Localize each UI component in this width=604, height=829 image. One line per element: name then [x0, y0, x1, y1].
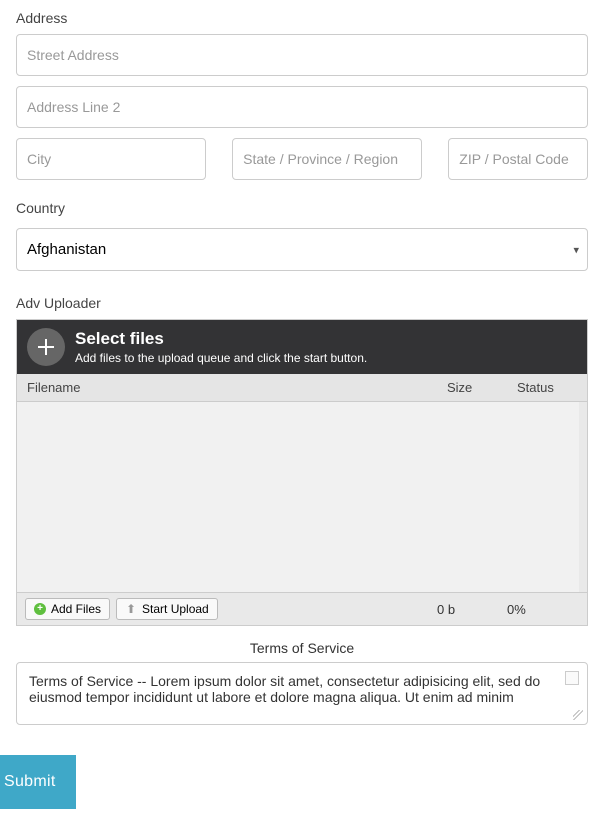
plus-icon [38, 339, 54, 355]
col-size: Size [437, 374, 507, 401]
resize-handle-icon[interactable] [573, 710, 583, 720]
address-label: Address [16, 10, 588, 26]
uploader-columns: Filename Size Status [17, 374, 587, 402]
file-uploader: Select files Add files to the upload que… [16, 319, 588, 626]
tos-textarea[interactable] [27, 671, 559, 713]
country-select[interactable]: Afghanistan [17, 229, 587, 270]
state-input[interactable] [232, 138, 422, 180]
col-status: Status [507, 374, 587, 401]
add-circle-icon[interactable] [27, 328, 65, 366]
footer-size: 0 b [437, 602, 507, 617]
col-filename: Filename [17, 374, 437, 401]
tos-checkbox[interactable] [565, 671, 579, 685]
uploader-file-list[interactable] [17, 402, 587, 592]
start-upload-label: Start Upload [142, 602, 209, 616]
street-address-input[interactable] [16, 34, 588, 76]
add-files-button[interactable]: + Add Files [25, 598, 110, 620]
uploader-header: Select files Add files to the upload que… [17, 320, 587, 374]
upload-icon: ⬆ [125, 603, 137, 615]
address-line2-input[interactable] [16, 86, 588, 128]
tos-box [16, 662, 588, 725]
country-select-wrap[interactable]: Afghanistan ▾ [16, 228, 588, 271]
uploader-title: Select files [75, 329, 367, 349]
footer-status: 0% [507, 602, 587, 617]
uploader-section-label: Adv Uploader [16, 295, 588, 311]
city-input[interactable] [16, 138, 206, 180]
zip-input[interactable] [448, 138, 588, 180]
submit-button[interactable]: Submit [0, 755, 76, 809]
start-upload-button[interactable]: ⬆ Start Upload [116, 598, 218, 620]
tos-label: Terms of Service [0, 640, 604, 656]
add-files-label: Add Files [51, 602, 101, 616]
add-icon: + [34, 603, 46, 615]
country-label: Country [16, 200, 588, 216]
uploader-footer: + Add Files ⬆ Start Upload 0 b 0% [17, 592, 587, 625]
uploader-subtitle: Add files to the upload queue and click … [75, 351, 367, 365]
